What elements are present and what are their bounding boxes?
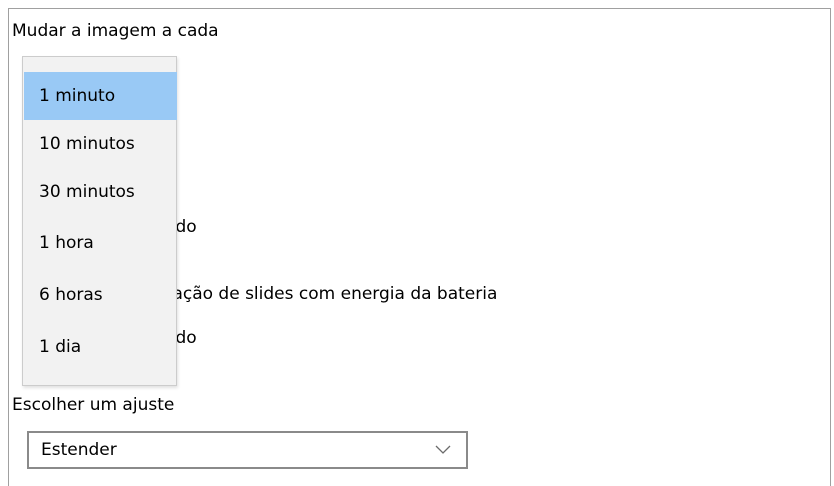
chevron-down-icon: [434, 444, 452, 456]
fit-dropdown[interactable]: Estender: [27, 431, 468, 469]
interval-dropdown-list: 1 minuto 10 minutos 30 minutos 1 hora 6 …: [22, 56, 177, 386]
interval-option-label: 1 minuto: [39, 86, 116, 106]
interval-option-30-minutes[interactable]: 30 minutos: [24, 168, 177, 216]
fit-dropdown-value: Estender: [41, 440, 117, 460]
interval-option-label: 1 dia: [39, 337, 82, 357]
interval-option-1-hour[interactable]: 1 hora: [24, 219, 177, 267]
interval-option-label: 30 minutos: [39, 182, 135, 202]
interval-option-label: 10 minutos: [39, 134, 135, 154]
interval-option-1-day[interactable]: 1 dia: [24, 323, 177, 371]
interval-option-1-minute[interactable]: 1 minuto: [24, 72, 177, 120]
interval-option-label: 1 hora: [39, 233, 94, 253]
change-picture-interval-label: Mudar a imagem a cada: [12, 21, 219, 41]
battery-slideshow-label-fragment: ntação de slides com energia da bateria: [155, 284, 498, 304]
interval-option-10-minutes[interactable]: 10 minutos: [24, 120, 177, 168]
choose-fit-label: Escolher um ajuste: [12, 395, 175, 415]
interval-option-label: 6 horas: [39, 285, 103, 305]
interval-option-6-hours[interactable]: 6 horas: [24, 271, 177, 319]
